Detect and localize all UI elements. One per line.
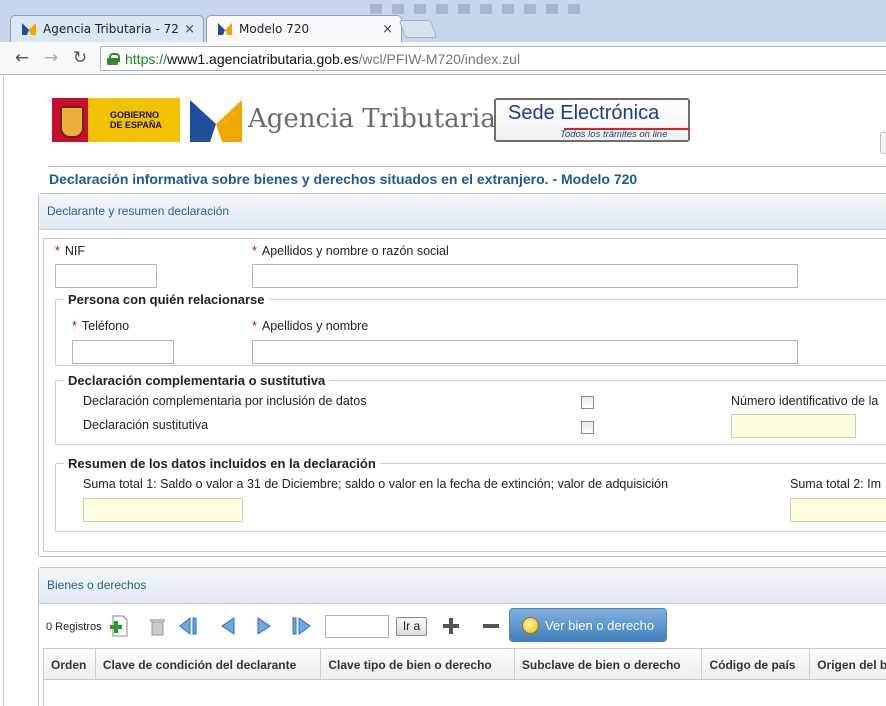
tab-agencia-tributaria[interactable]: Agencia Tributaria - 720 × — [10, 15, 204, 42]
close-tab-icon[interactable]: × — [184, 22, 195, 37]
column-header[interactable]: Subclave de bien o derecho — [515, 649, 703, 679]
required-mark: * — [252, 244, 257, 258]
bienes-panel-header[interactable]: Bienes o derechos — [39, 568, 886, 604]
new-tab-button[interactable] — [398, 20, 438, 38]
complementaria-group: Declaración complementaria o sustitutiva… — [55, 373, 886, 445]
column-header[interactable]: Clave tipo de bien o derecho — [321, 649, 515, 679]
agencia-favicon-icon — [217, 21, 233, 37]
telefono-label: * Teléfono — [72, 319, 130, 333]
complementaria-checkbox[interactable] — [581, 396, 594, 409]
add-record-icon[interactable] — [108, 614, 132, 638]
page-number-input[interactable] — [325, 615, 389, 638]
ver-bien-label: Ver bien o derecho — [545, 617, 655, 633]
suma-total-2-label: Suma total 2: Im — [790, 477, 882, 491]
url-path: /wcl/PFIW-M720/index.zul — [358, 50, 521, 67]
forward-button[interactable]: → — [41, 48, 61, 68]
apellidos-label: * Apellidos y nombre — [252, 319, 369, 333]
title-divider — [48, 166, 886, 167]
column-header[interactable]: Orden — [44, 649, 96, 679]
column-header[interactable]: Origen del b — [810, 649, 886, 679]
page-title: Declaración informativa sobre bienes y d… — [49, 171, 638, 187]
numero-identificativo-label: Número identificativo de la — [731, 394, 879, 408]
bienes-toolbar: 0 Registros Ir a Ver bien o derecho — [39, 604, 886, 648]
ver-bien-button[interactable]: Ver bien o derecho — [509, 608, 667, 642]
required-mark: * — [72, 319, 77, 333]
sustitutiva-checkbox[interactable] — [581, 421, 594, 434]
next-page-icon[interactable] — [252, 614, 276, 638]
url-scheme: https:// — [125, 50, 168, 67]
telefono-input[interactable] — [72, 340, 174, 364]
zoom-in-icon[interactable] — [439, 614, 463, 638]
suma-total-1-label: Suma total 1: Saldo o valor a 31 de Dici… — [83, 477, 669, 491]
nif-label: * NIF — [55, 244, 86, 258]
sede-subtitle: Todos los trámites on line — [560, 129, 668, 140]
complementaria-legend: Declaración complementaria o sustitutiva — [68, 373, 326, 388]
bienes-panel: Bienes o derechos 0 Registros Ir a Ver b… — [38, 567, 886, 706]
gobierno-espana-logo: GOBIERNO DE ESPAÑA — [52, 98, 180, 142]
coat-of-arms-icon — [52, 98, 88, 142]
apellidos-input[interactable] — [252, 340, 798, 364]
last-page-icon[interactable] — [290, 614, 314, 638]
url-host: www1.agenciatributaria.gob.es — [167, 50, 359, 67]
close-tab-icon[interactable]: × — [382, 22, 393, 37]
nombre-input[interactable] — [252, 264, 798, 288]
declarante-panel-header[interactable]: Declarante y resumen declaración — [39, 194, 886, 230]
reload-button[interactable]: ↻ — [70, 48, 90, 68]
numero-identificativo-input[interactable] — [731, 414, 856, 438]
lightbulb-icon — [522, 616, 539, 634]
sede-electronica-banner[interactable]: Sede Electrónica Todos los trámites on l… — [494, 98, 690, 142]
declarante-panel: Declarante y resumen declaración * NIF * A… — [38, 193, 886, 557]
registros-count: 0 Registros — [46, 621, 102, 633]
persona-group: Persona con quién relacionarse * Teléfono… — [55, 292, 886, 366]
complementaria-label: Declaración complementaria por inclusión… — [83, 394, 367, 408]
bienes-grid-header: Orden Clave de condición del declarante … — [43, 648, 886, 680]
background-toolbar — [360, 0, 886, 18]
sede-title: Sede Electrónica — [508, 102, 660, 124]
tab-title: Agencia Tributaria - 720 — [43, 22, 179, 36]
suma-total-2-input[interactable] — [790, 498, 886, 522]
tab-title: Modelo 720 — [239, 22, 310, 36]
gobierno-line1: GOBIERNO — [110, 110, 160, 120]
agencia-favicon-icon — [21, 21, 37, 37]
sustitutiva-label: Declaración sustitutiva — [83, 418, 209, 432]
resumen-group: Resumen de los datos incluidos en la dec… — [55, 456, 886, 532]
delete-record-icon[interactable] — [145, 614, 169, 638]
first-page-icon[interactable] — [176, 614, 200, 638]
nombre-label: * Apellidos y nombre o razón social — [252, 244, 449, 258]
zoom-out-icon[interactable] — [479, 614, 503, 638]
page-left-border — [3, 76, 4, 706]
tab-modelo-720[interactable]: Modelo 720 × — [206, 15, 402, 42]
column-header[interactable]: Clave de condición del declarante — [96, 649, 322, 679]
resumen-legend: Resumen de los datos incluidos en la dec… — [68, 456, 376, 471]
bienes-grid-body — [43, 680, 886, 706]
back-button[interactable]: ← — [12, 48, 32, 68]
persona-legend: Persona con quién relacionarse — [68, 292, 265, 307]
agency-name: Agencia Tributaria — [248, 104, 496, 134]
nif-input[interactable] — [55, 264, 157, 288]
browser-navbar: ← → ↻ https:// www1.agenciatributaria.go… — [0, 42, 886, 75]
required-mark: * — [252, 319, 257, 333]
required-mark: * — [55, 244, 60, 258]
suma-total-1-input[interactable] — [83, 498, 243, 522]
declarante-body: * NIF * Apellidos y nombre o razón social … — [43, 238, 886, 552]
lock-icon — [107, 52, 120, 65]
gobierno-line2: DE ESPAÑA — [110, 120, 162, 130]
agencia-tributaria-logo-icon — [190, 100, 242, 142]
page-content: GOBIERNO DE ESPAÑA Agencia Tributaria Se… — [0, 76, 886, 706]
column-header[interactable]: Código de país — [702, 649, 811, 679]
ir-a-button[interactable]: Ir a — [396, 617, 427, 636]
browser-tabstrip: Agencia Tributaria - 720 × Modelo 720 × — [0, 0, 886, 42]
previous-page-icon[interactable] — [216, 614, 240, 638]
header-side-button[interactable] — [880, 132, 886, 154]
address-bar[interactable]: https:// www1.agenciatributaria.gob.es /… — [100, 46, 886, 71]
